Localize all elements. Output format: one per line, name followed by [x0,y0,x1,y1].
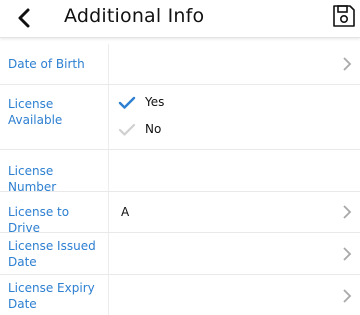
row-license-number[interactable]: License Number [0,150,360,194]
license-available-label: License Available [8,97,63,127]
date-of-birth-label: Date of Birth [8,57,85,71]
row-divider [108,85,109,149]
license-issued-date-label: License Issued Date [8,239,96,269]
row-license-to-drive[interactable]: License to Drive A [0,192,360,235]
floppy-disk-icon [332,4,356,28]
no-option-label: No [145,122,162,136]
chevron-right-icon [342,247,352,261]
chevron-right-icon [342,205,352,219]
license-to-drive-value: A [121,205,130,219]
row-date-of-birth[interactable]: Date of Birth [0,44,360,85]
page-title: Additional Info [64,5,205,27]
license-available-no-option[interactable]: No [118,120,238,140]
license-to-drive-label: License to Drive [8,205,70,235]
row-divider [108,44,109,84]
row-divider [108,275,109,315]
license-number-label: License Number [8,164,57,194]
yes-option-label: Yes [145,95,165,109]
row-license-available: License Available Yes No [0,85,360,150]
back-button[interactable] [14,5,36,31]
row-divider [108,233,109,274]
chevron-left-icon [14,5,36,31]
row-divider [108,192,109,232]
check-icon [118,123,136,137]
app-header: Additional Info [0,0,360,38]
chevron-right-icon [342,57,352,71]
license-available-yes-option[interactable]: Yes [118,93,238,113]
license-expiry-date-label: License Expiry Date [8,281,95,311]
row-license-issued-date[interactable]: License Issued Date [0,233,360,275]
chevron-right-icon [342,289,352,303]
check-icon [118,96,136,110]
save-button[interactable] [332,4,356,28]
row-divider [108,150,109,191]
row-license-expiry-date[interactable]: License Expiry Date [0,275,360,315]
